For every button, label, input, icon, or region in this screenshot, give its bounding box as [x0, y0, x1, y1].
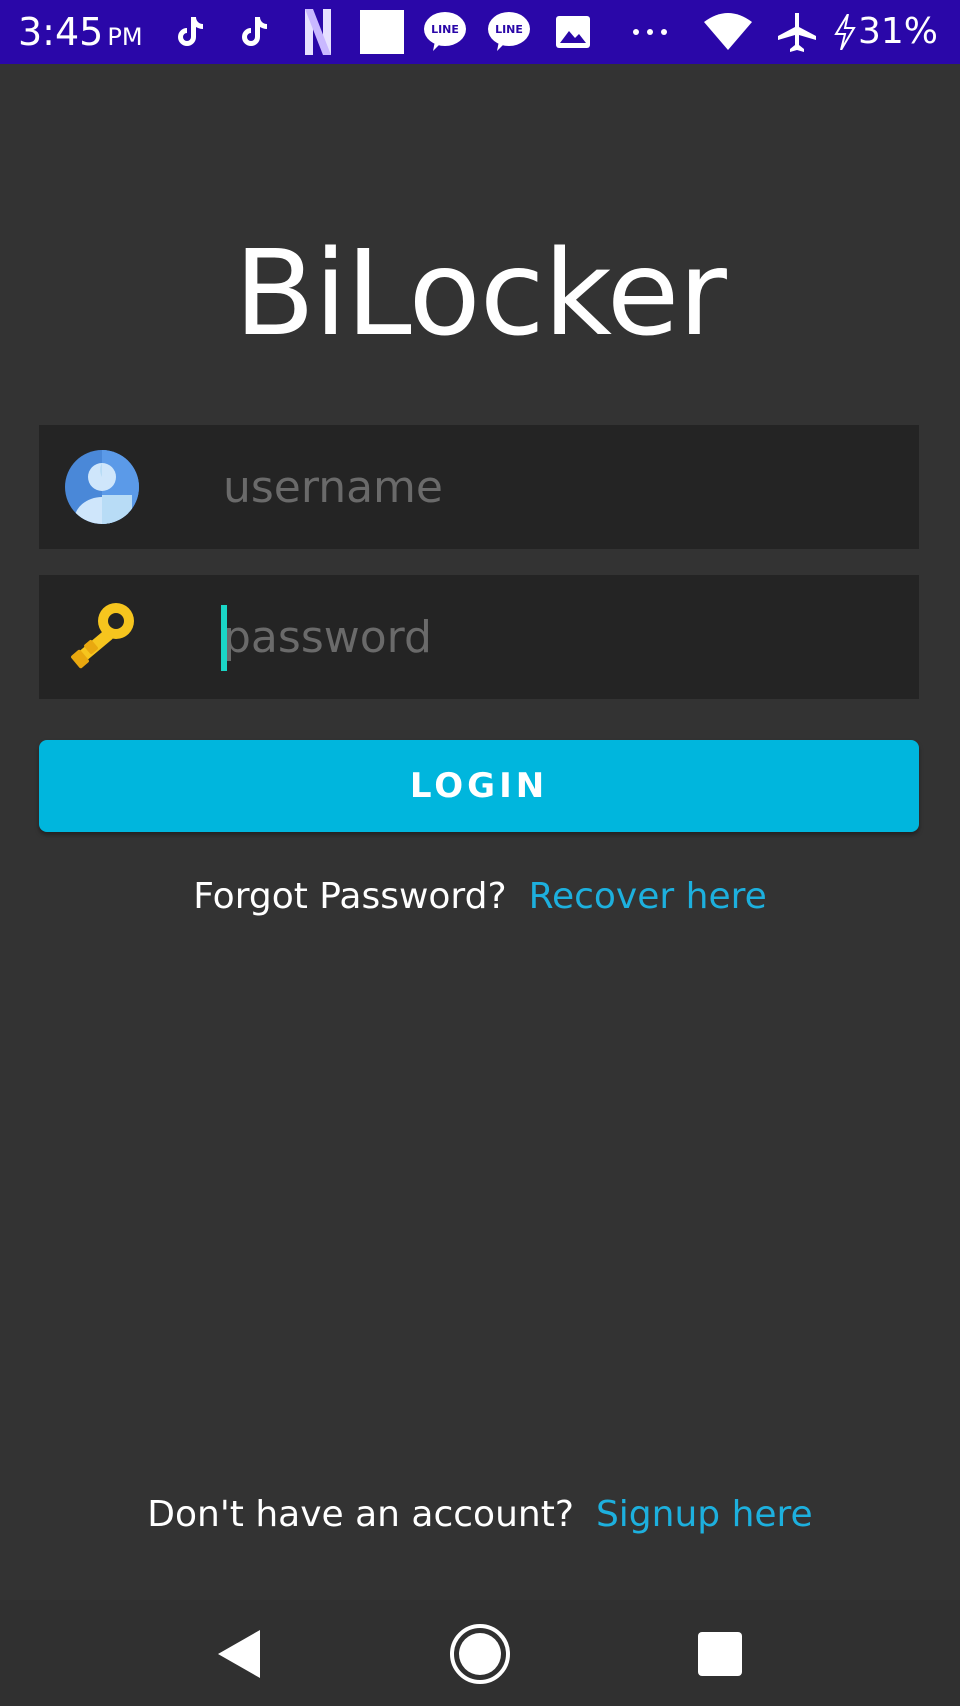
battery-level: 31% [857, 11, 938, 52]
svg-text:LINE: LINE [431, 23, 459, 36]
password-field[interactable] [39, 575, 919, 699]
username-input[interactable] [181, 425, 901, 549]
line-icon: LINE [486, 0, 532, 64]
signup-here-link[interactable]: Signup here [596, 1494, 813, 1535]
white-square-icon [358, 0, 406, 64]
more-dots-icon [630, 0, 670, 64]
user-avatar-icon [64, 449, 140, 525]
login-button[interactable]: LOGIN [39, 740, 919, 832]
wifi-icon [700, 0, 756, 64]
password-input[interactable] [181, 575, 901, 699]
navigation-bar [0, 1600, 960, 1706]
app-title: BiLocker [234, 224, 727, 362]
airplane-mode-icon [774, 0, 820, 64]
time-ampm: PM [107, 23, 143, 51]
home-icon[interactable] [448, 1622, 512, 1686]
netflix-icon [300, 0, 336, 64]
key-icon [64, 599, 140, 675]
tiktok-icon [236, 0, 272, 64]
signup-row: Don't have an account? Signup here [0, 1494, 960, 1535]
svg-text:LINE: LINE [495, 23, 523, 36]
line-icon: LINE [422, 0, 468, 64]
recents-icon[interactable] [688, 1622, 752, 1686]
forgot-password-row: Forgot Password? Recover here [0, 876, 960, 917]
gallery-icon [553, 0, 593, 64]
recover-here-link[interactable]: Recover here [529, 876, 767, 917]
tiktok-icon [172, 0, 208, 64]
time-value: 3:45 [18, 10, 104, 54]
charging-icon [832, 0, 858, 64]
text-cursor [221, 605, 227, 671]
signup-prompt-label: Don't have an account? [147, 1494, 574, 1535]
status-time: 3:45 PM [18, 10, 143, 59]
status-bar: 3:45 PM LINE LINE 31% [0, 0, 960, 64]
back-icon[interactable] [208, 1622, 272, 1686]
forgot-password-label: Forgot Password? [193, 876, 507, 917]
username-field[interactable] [39, 425, 919, 549]
